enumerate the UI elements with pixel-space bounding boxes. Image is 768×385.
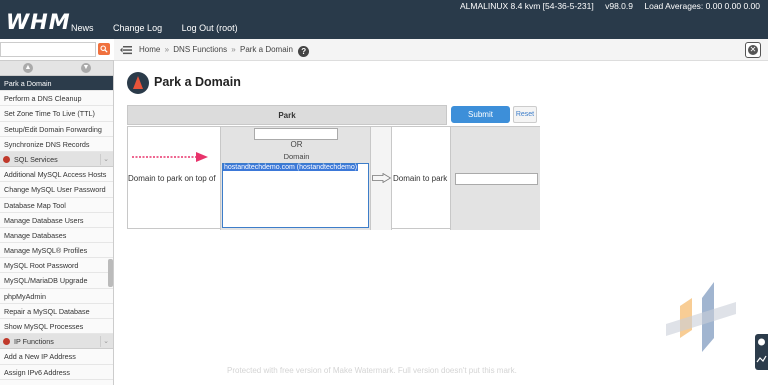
sidebar-item-repair-a-mysql-database[interactable]: Repair a MySQL Database	[0, 304, 113, 319]
sidebar-item-show-mysql-processes[interactable]: Show MySQL Processes	[0, 319, 113, 335]
breadcrumb-home[interactable]: Home	[139, 45, 160, 54]
park-form: Domain to park on top of OR Domain hosta…	[127, 126, 540, 230]
sidebar-scrollbar[interactable]	[108, 259, 113, 287]
park-header: Park	[127, 105, 447, 125]
watermark-logo	[666, 282, 736, 352]
sidebar-scroll-controls: ▲ ▼	[0, 61, 113, 76]
sidebar-item-park-a-domain[interactable]: Park a Domain	[0, 76, 113, 92]
sidebar-item-manage-mysql-profiles[interactable]: Manage MySQL® Profiles	[0, 243, 113, 259]
nav-change-log[interactable]: Change Log	[113, 23, 162, 33]
page-title: Park a Domain	[154, 75, 241, 89]
chevron-down-icon[interactable]: ⌄	[100, 336, 111, 348]
breadcrumb-dns-functions[interactable]: DNS Functions	[173, 45, 227, 54]
domain-text-input[interactable]	[254, 128, 338, 140]
load-averages: Load Averages: 0.00 0.00 0.00	[644, 1, 760, 11]
close-button[interactable]: ✕	[745, 42, 761, 58]
sidebar-item-add-a-new-ip-address[interactable]: Add a New IP Address	[0, 349, 113, 365]
sidebar-item-assign-ipv6-address[interactable]: Assign IPv6 Address	[0, 365, 113, 380]
sidebar-section-label: IP Functions	[14, 337, 54, 347]
park-domain-icon	[127, 72, 149, 94]
domain-source-cell: OR Domain hostandtechdemo.com (hostandte…	[220, 127, 371, 230]
domain-select-list[interactable]: hostandtechdemo.com (hostandtechdemo)	[222, 163, 369, 228]
selected-domain-option[interactable]: hostandtechdemo.com (hostandtechdemo)	[223, 164, 359, 171]
sidebar-section-ip-functions[interactable]: IP Functions ⌄	[0, 334, 113, 350]
breadcrumb: Home » DNS Functions » Park a Domain ?	[139, 45, 310, 57]
whm-logo[interactable]: WHM	[6, 10, 71, 34]
submit-button[interactable]: Submit	[451, 106, 510, 123]
or-label: OR	[290, 140, 303, 149]
sidebar-item-mysql-root-password[interactable]: MySQL Root Password	[0, 258, 113, 274]
breadcrumb-separator: »	[231, 45, 236, 54]
label-domain-to-park: Domain to park	[393, 174, 448, 183]
top-nav: News Change Log Log Out (root)	[71, 23, 255, 33]
sidebar-section-label: SQL Services	[14, 154, 58, 164]
label-domain-on-top-of: Domain to park on top of	[128, 174, 216, 183]
domain-label: Domain	[283, 152, 310, 161]
top-bar: WHM News Change Log Log Out (root) ALMAL…	[0, 0, 768, 39]
sidebar-item-perform-a-dns-cleanup[interactable]: Perform a DNS Cleanup	[0, 91, 113, 107]
close-icon: ✕	[748, 45, 758, 55]
sidebar-item-database-map-tool[interactable]: Database Map Tool	[0, 198, 113, 213]
annotation-arrow-icon	[132, 152, 208, 162]
sidebar-item-additional-mysql-access-hosts[interactable]: Additional MySQL Access Hosts	[0, 167, 113, 183]
arrow-cell	[371, 127, 392, 230]
system-info: ALMALINUX 8.4 kvm [54-36-5-231] v98.0.9 …	[451, 1, 760, 11]
search-button[interactable]	[98, 43, 110, 55]
sidebar-section-sql-services[interactable]: SQL Services ⌄	[0, 151, 113, 168]
chevron-down-icon[interactable]: ⌄	[100, 153, 111, 165]
sidebar-item-phpmyadmin[interactable]: phpMyAdmin	[0, 289, 113, 304]
scroll-down-icon[interactable]: ▼	[81, 63, 91, 73]
section-icon	[3, 155, 10, 163]
search-icon	[100, 45, 108, 53]
nav-logout[interactable]: Log Out (root)	[182, 23, 238, 33]
right-arrow-icon	[372, 173, 391, 183]
sidebar-item-change-mysql-user-password[interactable]: Change MySQL User Password	[0, 182, 113, 198]
breadcrumb-current: Park a Domain	[239, 45, 293, 54]
sidebar-item-manage-databases[interactable]: Manage Databases	[0, 228, 113, 244]
chat-icon[interactable]	[755, 334, 768, 370]
menu-toggle-icon[interactable]	[120, 45, 132, 55]
sidebar-item-set-zone-time-to-live-ttl[interactable]: Set Zone Time To Live (TTL)	[0, 106, 113, 122]
sidebar-item-synchronize-dns-records[interactable]: Synchronize DNS Records	[0, 137, 113, 152]
park-input-cell	[450, 127, 540, 230]
domain-to-park-input[interactable]	[455, 173, 538, 185]
sidebar-item-mysql-mariadb-upgrade[interactable]: MySQL/MariaDB Upgrade	[0, 273, 113, 289]
breadcrumb-separator: »	[164, 45, 170, 54]
sidebar: ▲ ▼ Park a Domain Perform a DNS Cleanup Se…	[0, 61, 114, 385]
side-widget[interactable]	[755, 334, 768, 370]
search-input[interactable]	[0, 42, 96, 57]
watermark-text: Protected with free version of Make Wate…	[227, 366, 517, 375]
sidebar-item-manage-database-users[interactable]: Manage Database Users	[0, 213, 113, 228]
scroll-up-icon[interactable]: ▲	[23, 63, 33, 73]
version-info: v98.0.9	[605, 1, 633, 11]
sidebar-item-setup-edit-domain-forwarding[interactable]: Setup/Edit Domain Forwarding	[0, 122, 113, 137]
help-icon[interactable]: ?	[298, 46, 310, 57]
section-icon	[3, 338, 10, 346]
nav-news[interactable]: News	[71, 23, 94, 33]
reset-button[interactable]: Reset	[513, 106, 537, 123]
breadcrumb-bar: Home » DNS Functions » Park a Domain ? ✕	[114, 39, 768, 61]
sidebar-list: Park a Domain Perform a DNS Cleanup Set Zo…	[0, 76, 113, 380]
sidebar-search	[0, 39, 114, 61]
os-info: ALMALINUX 8.4 kvm [54-36-5-231]	[460, 1, 594, 11]
